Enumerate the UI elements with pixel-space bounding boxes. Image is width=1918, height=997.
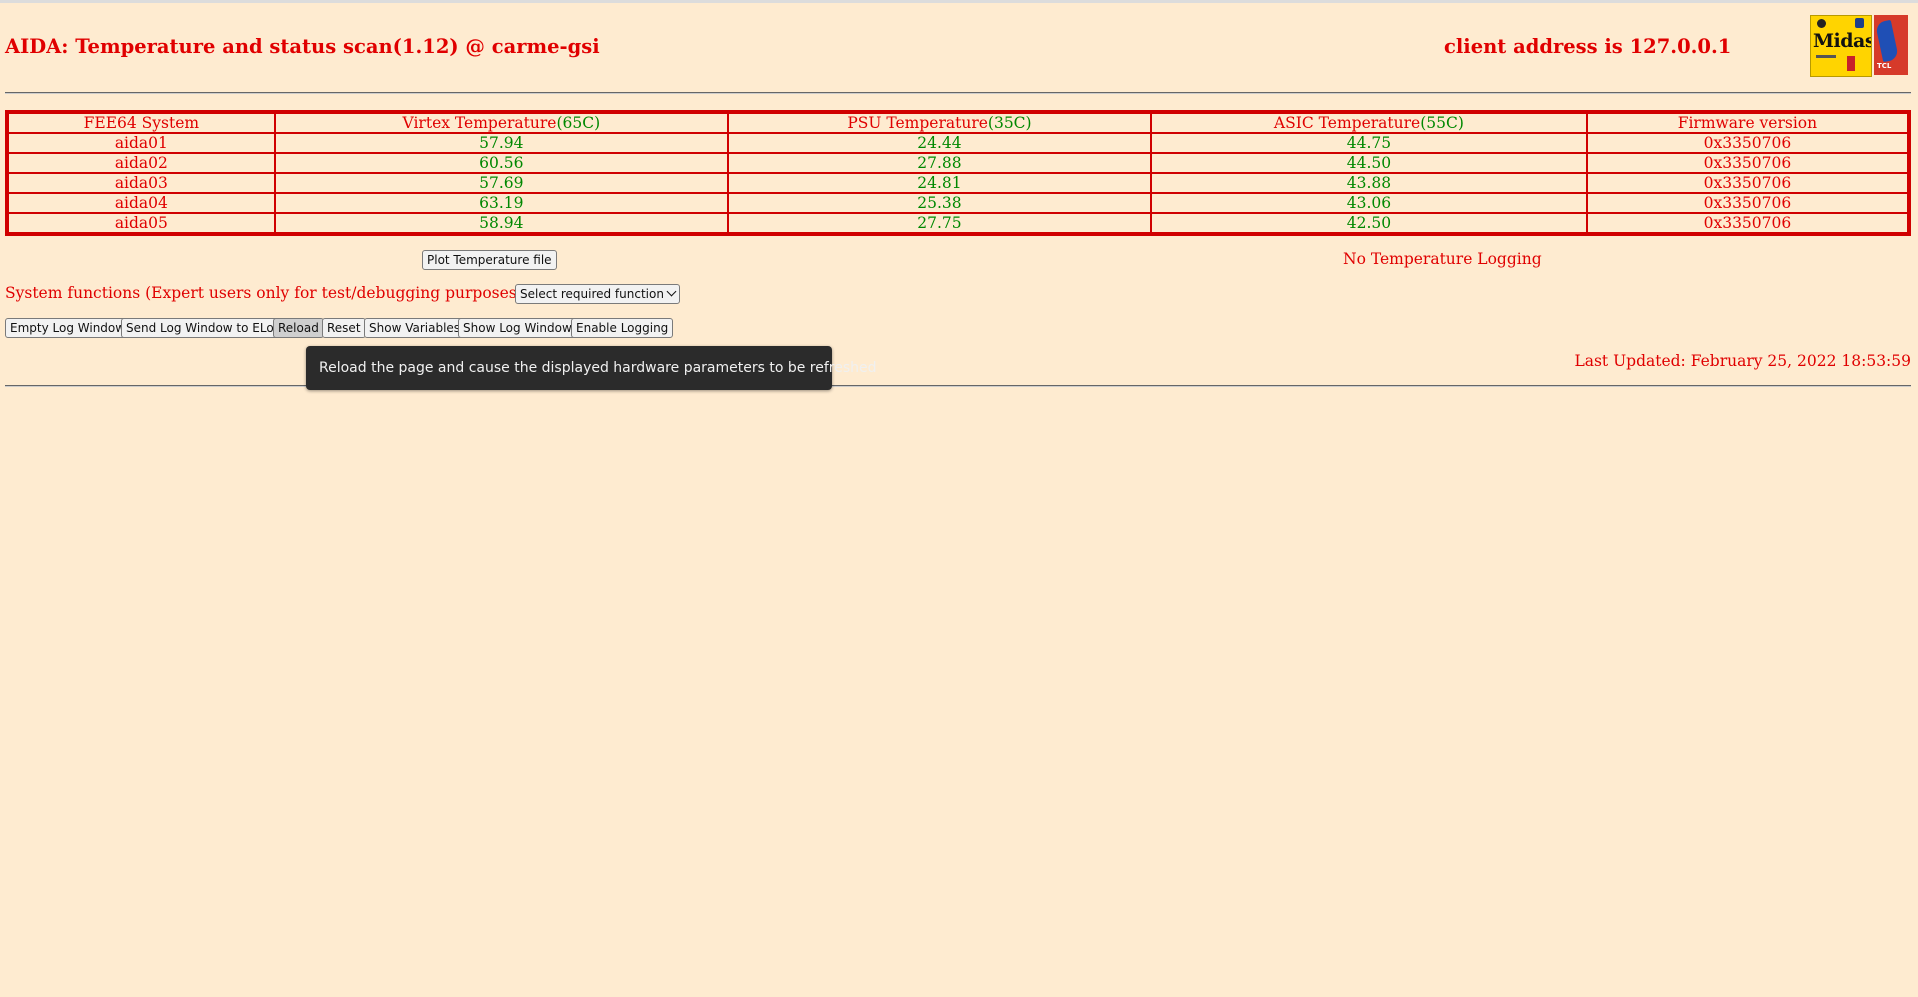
system-name: aida03 [8, 173, 275, 193]
reset-button[interactable]: Reset [322, 318, 366, 338]
enable-logging-button[interactable]: Enable Logging [571, 318, 674, 338]
midas-logo-text: Midas [1813, 30, 1872, 52]
header-asic: ASIC Temperature(55C) [1150, 113, 1587, 133]
table-row: aida02 60.56 27.88 44.50 0x3350706 [8, 153, 1908, 173]
system-name: aida01 [8, 133, 275, 153]
tcl-logo-text: TCL [1877, 62, 1892, 70]
asic-limit: (55C) [1420, 114, 1464, 132]
chevron-down-icon [666, 286, 677, 297]
header-divider [5, 92, 1911, 94]
midas-logo[interactable]: Midas [1810, 15, 1872, 77]
psu-temp: 25.38 [727, 193, 1151, 213]
asic-temp: 44.50 [1150, 153, 1587, 173]
virtex-temp: 58.94 [274, 213, 728, 233]
midas-logo-shield-icon [1855, 18, 1864, 28]
virtex-temp: 60.56 [274, 153, 728, 173]
firmware-version: 0x3350706 [1586, 213, 1908, 233]
virtex-temp: 63.19 [274, 193, 728, 213]
header-virtex: Virtex Temperature(65C) [274, 113, 728, 133]
header-firmware: Firmware version [1586, 113, 1908, 133]
system-name: aida02 [8, 153, 275, 173]
top-border [0, 0, 1918, 3]
send-log-to-elog-button[interactable]: Send Log Window to ELog [121, 318, 287, 338]
system-function-select[interactable]: Select required function [515, 284, 680, 304]
last-updated: Last Updated: February 25, 2022 18:53:59 [1574, 352, 1911, 370]
midas-logo-dot-icon [1817, 19, 1826, 28]
table-row: aida01 57.94 24.44 44.75 0x3350706 [8, 133, 1908, 153]
system-name: aida05 [8, 213, 275, 233]
asic-temp: 42.50 [1150, 213, 1587, 233]
header-system: FEE64 System [8, 113, 275, 133]
virtex-temp: 57.69 [274, 173, 728, 193]
table-row: aida05 58.94 27.75 42.50 0x3350706 [8, 213, 1908, 233]
show-variables-button[interactable]: Show Variables [364, 318, 466, 338]
asic-temp: 43.88 [1150, 173, 1587, 193]
psu-temp: 27.88 [727, 153, 1151, 173]
midas-logo-bar-icon [1847, 56, 1855, 71]
asic-temp: 43.06 [1150, 193, 1587, 213]
firmware-version: 0x3350706 [1586, 133, 1908, 153]
logging-status: No Temperature Logging [1343, 250, 1542, 268]
reload-tooltip: Reload the page and cause the displayed … [306, 346, 877, 390]
psu-limit: (35C) [987, 114, 1032, 132]
psu-temp: 24.81 [727, 173, 1151, 193]
table-header-row: FEE64 System Virtex Temperature(65C) PSU… [8, 113, 1908, 133]
show-log-window-button[interactable]: Show Log Window [458, 318, 577, 338]
client-address: client address is 127.0.0.1 [1444, 35, 1732, 58]
virtex-limit: (65C) [556, 114, 601, 132]
system-name: aida04 [8, 193, 275, 213]
psu-temp: 27.75 [727, 213, 1151, 233]
firmware-version: 0x3350706 [1586, 173, 1908, 193]
system-functions-label: System functions (Expert users only for … [5, 284, 542, 302]
tcl-logo[interactable]: TCL [1874, 15, 1908, 75]
plot-temperature-button[interactable]: Plot Temperature file [422, 250, 557, 270]
tcl-feather-icon [1875, 19, 1899, 63]
empty-log-window-button[interactable]: Empty Log Window [5, 318, 131, 338]
firmware-version: 0x3350706 [1586, 193, 1908, 213]
temperature-status-table: FEE64 System Virtex Temperature(65C) PSU… [5, 110, 1911, 236]
table-row: aida04 63.19 25.38 43.06 0x3350706 [8, 193, 1908, 213]
page-title: AIDA: Temperature and status scan(1.12) … [5, 35, 600, 58]
asic-temp: 44.75 [1150, 133, 1587, 153]
virtex-temp: 57.94 [274, 133, 728, 153]
firmware-version: 0x3350706 [1586, 153, 1908, 173]
midas-logo-underline [1816, 55, 1836, 58]
reload-button[interactable]: Reload [273, 318, 324, 338]
psu-temp: 24.44 [727, 133, 1151, 153]
header-psu: PSU Temperature(35C) [727, 113, 1151, 133]
footer-divider [5, 385, 1911, 387]
table-row: aida03 57.69 24.81 43.88 0x3350706 [8, 173, 1908, 193]
system-function-select-value: Select required function [520, 287, 664, 301]
